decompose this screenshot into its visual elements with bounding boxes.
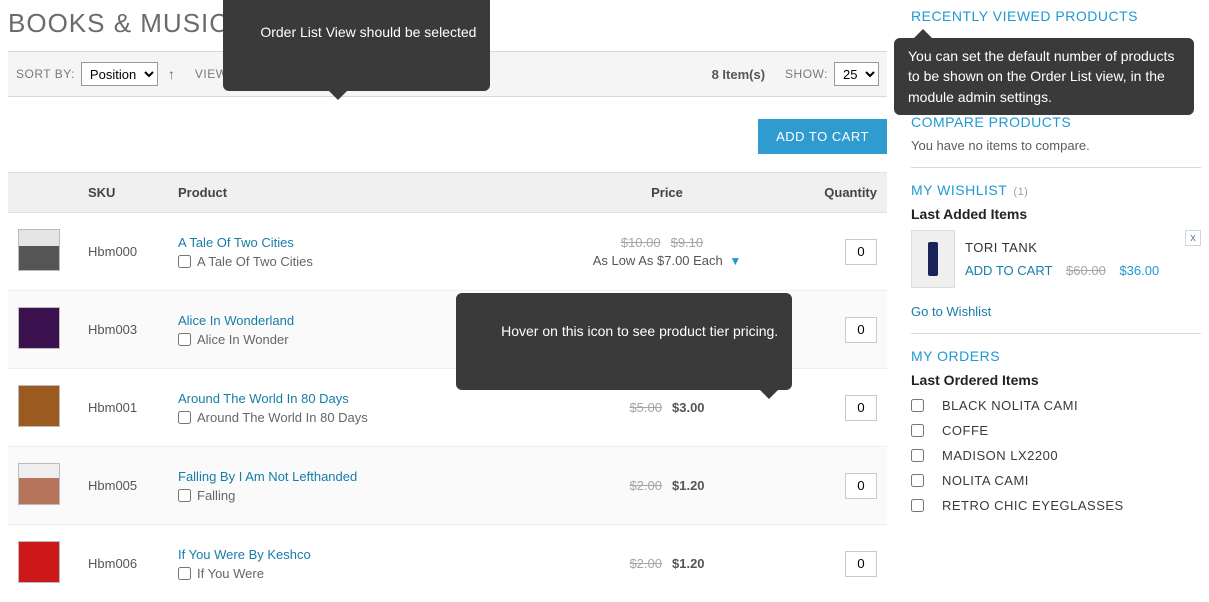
tier-expand-icon[interactable]: ▼ [729, 254, 741, 268]
sort-by-label: SORT BY: [16, 67, 75, 81]
product-sku: Hbm005 [78, 447, 168, 525]
col-header-sku: SKU [78, 173, 168, 213]
tooltip-text: You can set the default number of produc… [908, 48, 1174, 105]
sort-direction-icon[interactable]: ↑ [168, 66, 175, 82]
tier-price-text: As Low As $7.00 Each [593, 253, 723, 268]
order-item-checkbox[interactable] [911, 474, 924, 487]
col-header-quantity: Quantity [787, 173, 887, 213]
product-sku: Hbm000 [78, 213, 168, 291]
product-sub-label: Around The World In 80 Days [197, 410, 368, 425]
compare-empty-text: You have no items to compare. [911, 138, 1201, 153]
old-price: $5.00 [629, 400, 662, 415]
old-price: $2.00 [629, 556, 662, 571]
product-thumb[interactable]: Around The World In 80 Days [18, 385, 60, 427]
order-item-checkbox[interactable] [911, 424, 924, 437]
wishlist-remove-icon[interactable]: x [1185, 230, 1201, 246]
tooltip-text: Hover on this icon to see product tier p… [501, 323, 778, 339]
go-to-wishlist-link[interactable]: Go to Wishlist [911, 304, 991, 319]
quantity-input[interactable] [845, 473, 877, 499]
new-price: $1.20 [672, 556, 705, 571]
product-thumb[interactable]: A Tale Of Two Cities [18, 229, 60, 271]
product-link[interactable]: Around The World In 80 Days [178, 391, 349, 406]
product-select-checkbox[interactable] [178, 255, 191, 268]
order-item-checkbox[interactable] [911, 449, 924, 462]
product-select-checkbox[interactable] [178, 411, 191, 424]
tooltip-tier-pricing: Hover on this icon to see product tier p… [456, 293, 792, 390]
product-sub-label: Falling [197, 488, 235, 503]
table-row: Falling By I Am Not Lefthanded Hbm005 Fall… [8, 447, 887, 525]
order-item-name[interactable]: MADISON LX2200 [942, 448, 1058, 463]
wishlist-title-text: MY WISHLIST [911, 182, 1007, 198]
product-sub-label: A Tale Of Two Cities [197, 254, 313, 269]
table-row: A Tale Of Two Cities Hbm000 A Tale Of Two … [8, 213, 887, 291]
product-thumb[interactable]: Falling By I Am Not Lefthanded [18, 463, 60, 505]
wishlist-title: MY WISHLIST (1) [911, 182, 1201, 198]
order-item: MADISON LX2200 [911, 448, 1201, 463]
product-link[interactable]: If You Were By Keshco [178, 547, 311, 562]
order-item-name[interactable]: COFFE [942, 423, 989, 438]
product-select-checkbox[interactable] [178, 333, 191, 346]
product-select-checkbox[interactable] [178, 489, 191, 502]
wishlist-item-thumb[interactable] [911, 230, 955, 288]
item-count: 8 Item(s) [712, 67, 765, 82]
add-to-cart-button[interactable]: ADD TO CART [758, 119, 887, 154]
order-item: BLACK NOLITA CAMI [911, 398, 1201, 413]
wishlist-old-price: $60.00 [1066, 263, 1106, 278]
product-sub-label: If You Were [197, 566, 264, 581]
quantity-input[interactable] [845, 551, 877, 577]
col-header-product: Product [168, 173, 547, 213]
new-price: $1.20 [672, 478, 705, 493]
new-price-struck: $9.10 [671, 235, 704, 250]
product-link[interactable]: Falling By I Am Not Lefthanded [178, 469, 357, 484]
tooltip-arrow-icon [914, 29, 932, 38]
quantity-input[interactable] [845, 395, 877, 421]
tier-price-line: As Low As $7.00 Each ▼ [557, 253, 777, 268]
tooltip-arrow-icon [329, 91, 347, 100]
product-link[interactable]: Alice In Wonderland [178, 313, 294, 328]
wishlist-item-name[interactable]: TORI TANK [965, 240, 1159, 255]
wishlist-new-price: $36.00 [1119, 263, 1159, 278]
product-sku: Hbm001 [78, 369, 168, 447]
order-item-checkbox[interactable] [911, 499, 924, 512]
wishlist-subhead: Last Added Items [911, 206, 1201, 222]
old-price: $2.00 [629, 478, 662, 493]
table-row: If You Were By Keshco Hbm006 If You Were B… [8, 525, 887, 602]
product-select-checkbox[interactable] [178, 567, 191, 580]
product-thumb[interactable]: Alice In Wonderland [18, 307, 60, 349]
tooltip-orderlist: Order List View should be selected [223, 0, 490, 91]
order-item: RETRO CHIC EYEGLASSES [911, 498, 1201, 513]
old-price: $10.00 [621, 235, 661, 250]
wishlist-add-to-cart[interactable]: ADD TO CART [965, 263, 1052, 278]
order-item: COFFE [911, 423, 1201, 438]
wishlist-count: (1) [1013, 186, 1028, 198]
order-item-checkbox[interactable] [911, 399, 924, 412]
tooltip-show-default: You can set the default number of produc… [894, 38, 1194, 115]
wishlist-item: TORI TANK ADD TO CART $60.00 $36.00 x [911, 230, 1201, 288]
product-sub-label: Alice In Wonder [197, 332, 289, 347]
tooltip-text: Order List View should be selected [260, 24, 476, 40]
order-item-name[interactable]: BLACK NOLITA CAMI [942, 398, 1078, 413]
quantity-input[interactable] [845, 239, 877, 265]
product-sku: Hbm003 [78, 291, 168, 369]
order-item-name[interactable]: NOLITA CAMI [942, 473, 1029, 488]
my-orders-title: MY ORDERS [911, 348, 1201, 364]
product-sku: Hbm006 [78, 525, 168, 602]
my-orders-subhead: Last Ordered Items [911, 372, 1201, 388]
quantity-input[interactable] [845, 317, 877, 343]
order-item: NOLITA CAMI [911, 473, 1201, 488]
tooltip-arrow-icon [760, 390, 778, 399]
order-item-name[interactable]: RETRO CHIC EYEGLASSES [942, 498, 1124, 513]
show-per-page-select[interactable]: 25 [834, 62, 879, 86]
product-link[interactable]: A Tale Of Two Cities [178, 235, 294, 250]
compare-title: COMPARE PRODUCTS [911, 114, 1201, 130]
show-label: SHOW: [785, 67, 828, 81]
product-thumb[interactable]: If You Were By Keshco [18, 541, 60, 583]
sort-by-select[interactable]: Position [81, 62, 158, 86]
new-price: $3.00 [672, 400, 705, 415]
col-header-price: Price [547, 173, 787, 213]
recently-viewed-title: RECENTLY VIEWED PRODUCTS [911, 8, 1201, 24]
